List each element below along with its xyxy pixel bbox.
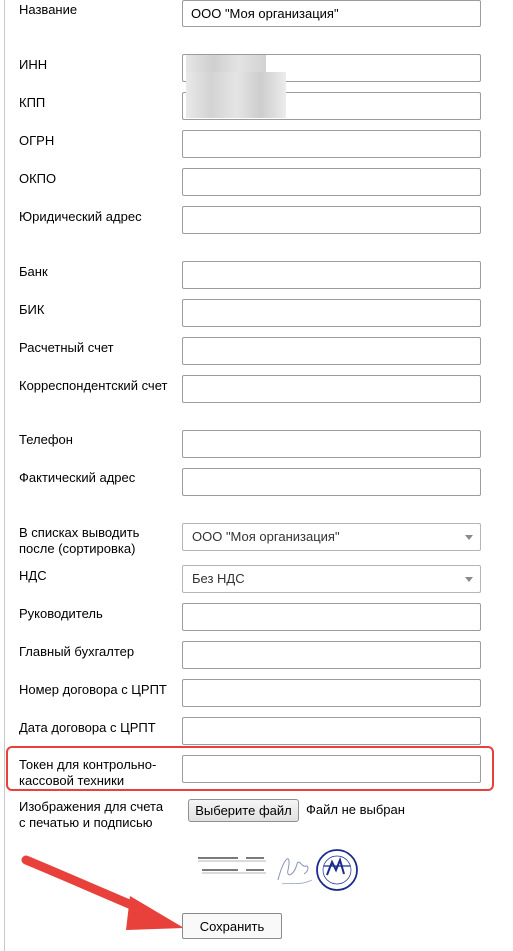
bank-input[interactable] [182, 261, 481, 289]
legal-address-label: Юридический адрес [19, 209, 142, 224]
chevron-down-icon [465, 577, 473, 582]
actual-address-input[interactable] [182, 468, 481, 496]
actual-address-label: Фактический адрес [19, 470, 136, 485]
crpt-contract-date-label: Дата договора с ЦРПТ [19, 720, 156, 735]
images-label-line2: с печатью и подписью [19, 815, 153, 830]
crpt-contract-number-label: Номер договора с ЦРПТ [19, 682, 167, 697]
vat-label: НДС [19, 568, 47, 583]
ogrn-label: ОГРН [19, 133, 55, 148]
chevron-down-icon [465, 535, 473, 540]
sort-label-line2: после (сортировка) [19, 541, 136, 556]
accountant-label: Главный бухгалтер [19, 644, 135, 659]
kkt-token-label: Токен для контрольно- кассовой техники [19, 757, 179, 789]
kkt-token-label-line1: Токен для контрольно- [19, 757, 157, 772]
bik-input[interactable] [182, 299, 481, 327]
kkt-token-input[interactable] [182, 755, 481, 783]
arrow-annotation-icon [21, 855, 184, 930]
crpt-contract-number-input[interactable] [182, 679, 481, 707]
stamp-signature-image [198, 849, 358, 891]
file-status: Файл не выбран [306, 802, 405, 817]
sort-select-value: ООО "Моя организация" [192, 529, 340, 544]
sort-label: В списках выводить после (сортировка) [19, 525, 179, 557]
sort-label-line1: В списках выводить [19, 525, 140, 540]
corr-account-label: Корреспондентский счет [19, 378, 168, 393]
images-label: Изображения для счета с печатью и подпис… [19, 799, 179, 831]
account-label: Расчетный счет [19, 340, 114, 355]
vat-select[interactable]: Без НДС [182, 565, 481, 593]
images-label-line1: Изображения для счета [19, 799, 164, 814]
phone-input[interactable] [182, 430, 481, 458]
kpp-label: КПП [19, 95, 46, 110]
save-button[interactable]: Сохранить [182, 913, 282, 939]
bik-label: БИК [19, 302, 45, 317]
legal-address-input[interactable] [182, 206, 481, 234]
crpt-contract-date-input[interactable] [182, 717, 481, 745]
name-label: Название [19, 2, 78, 17]
director-input[interactable] [182, 603, 481, 631]
sort-select[interactable]: ООО "Моя организация" [182, 523, 481, 551]
phone-label: Телефон [19, 432, 73, 447]
bank-label: Банк [19, 264, 48, 279]
redacted-kpp [186, 72, 286, 118]
vat-select-value: Без НДС [192, 571, 245, 586]
okpo-input[interactable] [182, 168, 481, 196]
director-label: Руководитель [19, 606, 103, 621]
accountant-input[interactable] [182, 641, 481, 669]
corr-account-input[interactable] [182, 375, 481, 403]
choose-file-button[interactable]: Выберите файл [188, 799, 299, 822]
ogrn-input[interactable] [182, 130, 481, 158]
okpo-label: ОКПО [19, 171, 57, 186]
left-border-line [4, 0, 5, 951]
inn-label: ИНН [19, 57, 48, 72]
kkt-token-label-line2: кассовой техники [19, 773, 125, 788]
account-input[interactable] [182, 337, 481, 365]
name-input[interactable] [182, 0, 481, 27]
